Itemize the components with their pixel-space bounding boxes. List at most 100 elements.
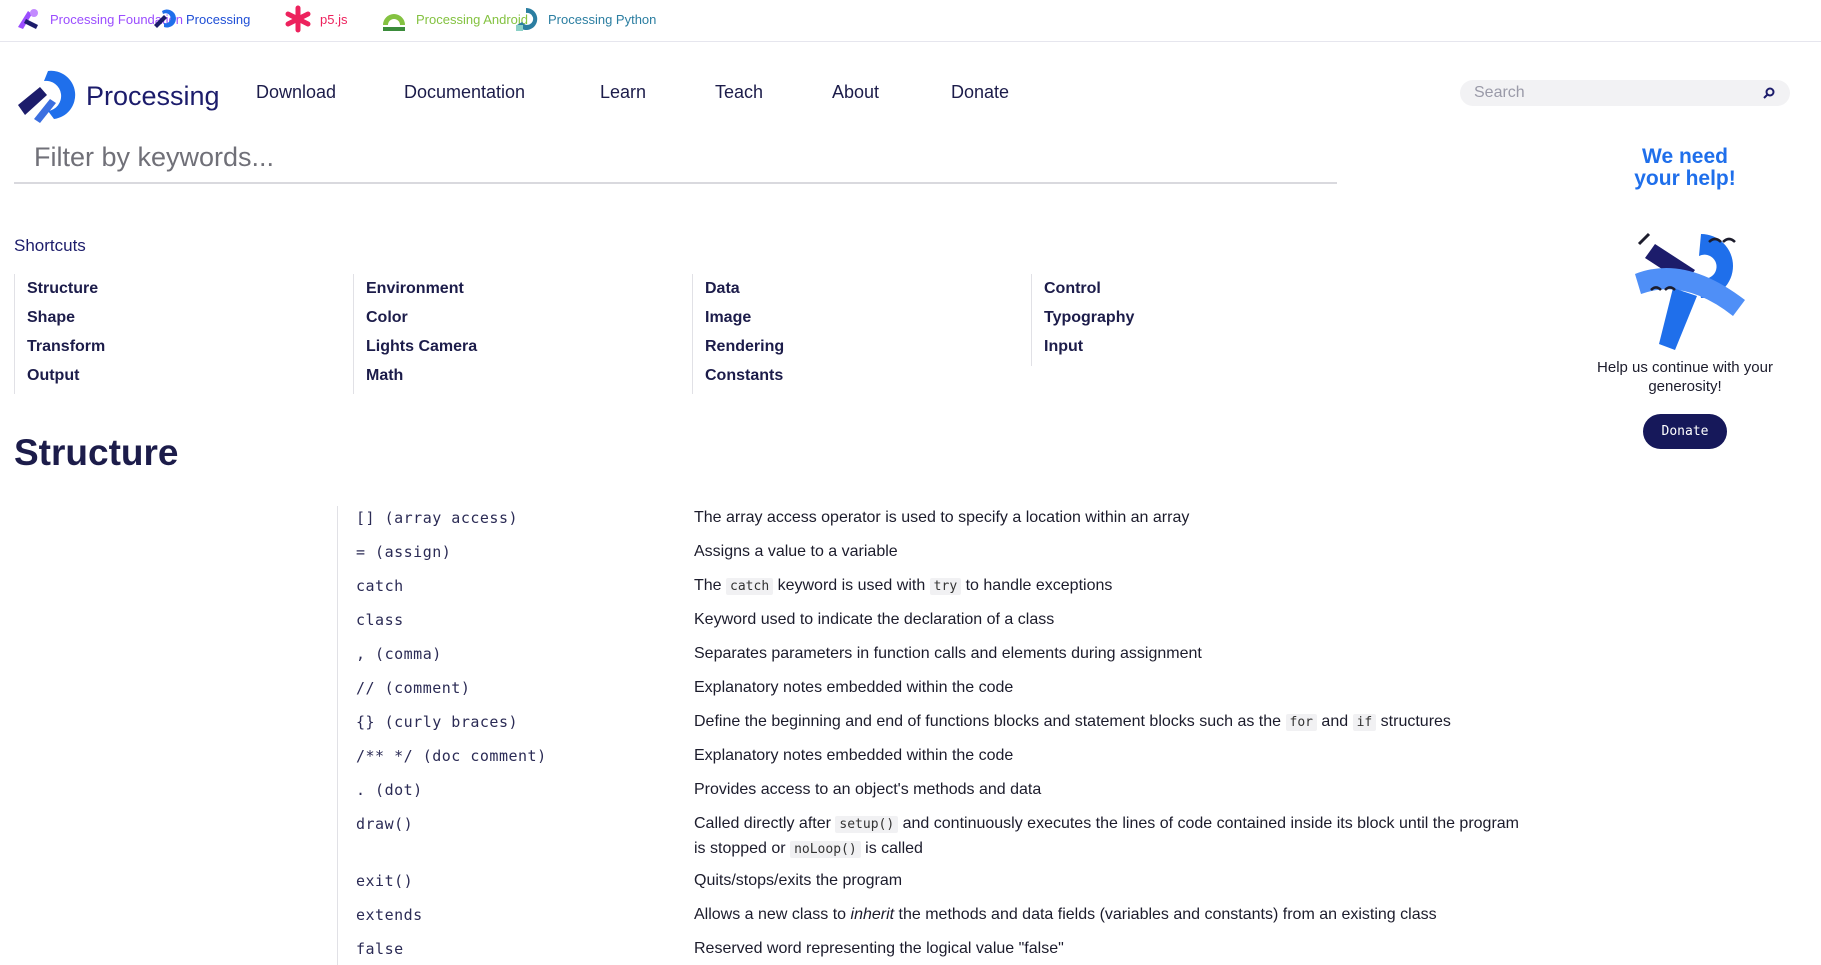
inline-code: if bbox=[1352, 714, 1377, 731]
reference-row: . (dot) Provides access to an object's m… bbox=[356, 778, 1536, 812]
p5js-asterisk-icon bbox=[285, 5, 311, 33]
emphasis-text: inherit bbox=[850, 906, 895, 923]
reference-keyword-link[interactable]: [] (array access) bbox=[356, 506, 694, 540]
site-p5js[interactable]: p5.js bbox=[284, 4, 347, 34]
shortcut-shape[interactable]: Shape bbox=[27, 303, 105, 332]
inline-code: for bbox=[1285, 714, 1317, 731]
nav-about[interactable]: About bbox=[832, 82, 879, 103]
filter-placeholder: Filter by keywords... bbox=[34, 141, 275, 172]
reference-row: exit() Quits/stops/exits the program bbox=[356, 869, 1536, 903]
donate-button[interactable]: Donate bbox=[1643, 414, 1727, 449]
site-processing-android[interactable]: Processing Android bbox=[380, 4, 528, 34]
shortcut-input[interactable]: Input bbox=[1044, 332, 1134, 361]
brand-name: Processing bbox=[86, 80, 220, 111]
reference-row: , (comma) Separates parameters in functi… bbox=[356, 642, 1536, 676]
reference-row: false Reserved word representing the log… bbox=[356, 937, 1536, 965]
reference-description: Called directly after setup() and contin… bbox=[694, 815, 1520, 858]
nav-donate[interactable]: Donate bbox=[951, 82, 1009, 103]
shortcut-environment[interactable]: Environment bbox=[366, 274, 477, 303]
shortcut-image[interactable]: Image bbox=[705, 303, 784, 332]
reference-row: class Keyword used to indicate the decla… bbox=[356, 608, 1536, 642]
reference-row: /** */ (doc comment) Explanatory notes e… bbox=[356, 744, 1536, 778]
section-title: Structure bbox=[14, 432, 179, 473]
reference-keyword-link[interactable]: exit() bbox=[356, 869, 694, 903]
shortcut-transform[interactable]: Transform bbox=[27, 332, 105, 361]
shortcut-data[interactable]: Data bbox=[705, 274, 784, 303]
search-placeholder: Search bbox=[1474, 84, 1525, 101]
processing-android-logo-icon bbox=[383, 14, 405, 31]
reference-description: The catch keyword is used with try to ha… bbox=[694, 577, 1113, 595]
reference-keyword-link[interactable]: // (comment) bbox=[356, 676, 694, 710]
reference-keyword-link[interactable]: class bbox=[356, 608, 694, 642]
help-heading-line: We need bbox=[1642, 145, 1728, 168]
reference-description: Provides access to an object's methods a… bbox=[694, 781, 1042, 798]
help-text: Help us continue with your generosity! bbox=[1597, 359, 1773, 395]
reference-description: Explanatory notes embedded within the co… bbox=[694, 747, 1014, 764]
reference-keyword-link[interactable]: catch bbox=[356, 574, 694, 608]
reference-description: Define the beginning and end of function… bbox=[694, 713, 1451, 731]
shortcuts-title: Shortcuts bbox=[14, 236, 86, 255]
shortcuts-column: Environment Color Lights Camera Math bbox=[353, 274, 477, 394]
help-heading: We need your help! bbox=[1560, 146, 1810, 190]
shortcut-math[interactable]: Math bbox=[366, 361, 477, 390]
processing-python-logo-icon bbox=[516, 7, 538, 31]
sites-bar: Processing Foundation Processing p5.js P… bbox=[0, 0, 1821, 42]
nav-download[interactable]: Download bbox=[256, 82, 336, 103]
processing-logo-icon bbox=[154, 9, 176, 28]
reference-description: Quits/stops/exits the program bbox=[694, 872, 903, 889]
nav-learn[interactable]: Learn bbox=[600, 82, 646, 103]
reference-row: draw() Called directly after setup() and… bbox=[356, 812, 1536, 869]
filter-input[interactable]: Filter by keywords... bbox=[14, 132, 1337, 184]
shortcut-color[interactable]: Color bbox=[366, 303, 477, 332]
shortcuts-column: Control Typography Input bbox=[1031, 274, 1134, 366]
reference-description: Allows a new class to inherit the method… bbox=[694, 906, 1437, 923]
nav-documentation[interactable]: Documentation bbox=[404, 82, 525, 103]
reference-description: Reserved word representing the logical v… bbox=[694, 940, 1064, 957]
site-label: Processing bbox=[186, 11, 251, 27]
shortcut-constants[interactable]: Constants bbox=[705, 361, 784, 390]
processing-foundation-logo-icon bbox=[18, 9, 38, 29]
reference-keyword-link[interactable]: = (assign) bbox=[356, 540, 694, 574]
reference-row: [] (array access) The array access opera… bbox=[356, 506, 1536, 540]
reference-description: Assigns a value to a variable bbox=[694, 543, 898, 560]
reference-keyword-link[interactable]: extends bbox=[356, 903, 694, 937]
site-label: p5.js bbox=[320, 11, 348, 27]
reference-keyword-link[interactable]: {} (curly braces) bbox=[356, 710, 694, 744]
site-processing[interactable]: Processing bbox=[150, 4, 250, 34]
reference-keyword-link[interactable]: /** */ (doc comment) bbox=[356, 744, 694, 778]
shortcut-control[interactable]: Control bbox=[1044, 274, 1134, 303]
mascot-illustration-icon bbox=[1635, 232, 1745, 350]
inline-code: setup() bbox=[835, 816, 899, 833]
shortcut-rendering[interactable]: Rendering bbox=[705, 332, 784, 361]
reference-list: [] (array access) The array access opera… bbox=[337, 506, 1536, 965]
reference-row: catch The catch keyword is used with try… bbox=[356, 574, 1536, 608]
shortcut-structure[interactable]: Structure bbox=[27, 274, 105, 303]
reference-row: {} (curly braces) Define the beginning a… bbox=[356, 710, 1536, 744]
shortcuts-column: Structure Shape Transform Output bbox=[14, 274, 105, 394]
reference-description: Separates parameters in function calls a… bbox=[694, 645, 1202, 662]
inline-code: try bbox=[929, 578, 962, 595]
site-processing-python[interactable]: Processing Python bbox=[512, 4, 656, 34]
reference-keyword-link[interactable]: . (dot) bbox=[356, 778, 694, 812]
search-icon[interactable] bbox=[1762, 86, 1776, 100]
reference-description: The array access operator is used to spe… bbox=[694, 509, 1190, 526]
nav-teach[interactable]: Teach bbox=[715, 82, 763, 103]
reference-keyword-link[interactable]: draw() bbox=[356, 812, 694, 869]
inline-code: noLoop() bbox=[790, 841, 861, 858]
reference-row: extends Allows a new class to inherit th… bbox=[356, 903, 1536, 937]
shortcuts-column: Data Image Rendering Constants bbox=[692, 274, 784, 394]
reference-row: // (comment) Explanatory notes embedded … bbox=[356, 676, 1536, 710]
shortcut-typography[interactable]: Typography bbox=[1044, 303, 1134, 332]
shortcut-lights-camera[interactable]: Lights Camera bbox=[366, 332, 477, 361]
processing-logo-icon bbox=[18, 70, 76, 123]
reference-row: = (assign) Assigns a value to a variable bbox=[356, 540, 1536, 574]
reference-description: Explanatory notes embedded within the co… bbox=[694, 679, 1014, 696]
site-label: Processing Python bbox=[548, 11, 657, 27]
search-input[interactable]: Search bbox=[1460, 80, 1790, 106]
shortcut-output[interactable]: Output bbox=[27, 361, 105, 390]
brand-home-link[interactable]: Processing bbox=[14, 67, 220, 125]
reference-keyword-link[interactable]: , (comma) bbox=[356, 642, 694, 676]
donation-callout: We need your help! Help us continue with… bbox=[1560, 146, 1810, 449]
reference-description: Keyword used to indicate the declaration… bbox=[694, 611, 1055, 628]
reference-keyword-link[interactable]: false bbox=[356, 937, 694, 965]
